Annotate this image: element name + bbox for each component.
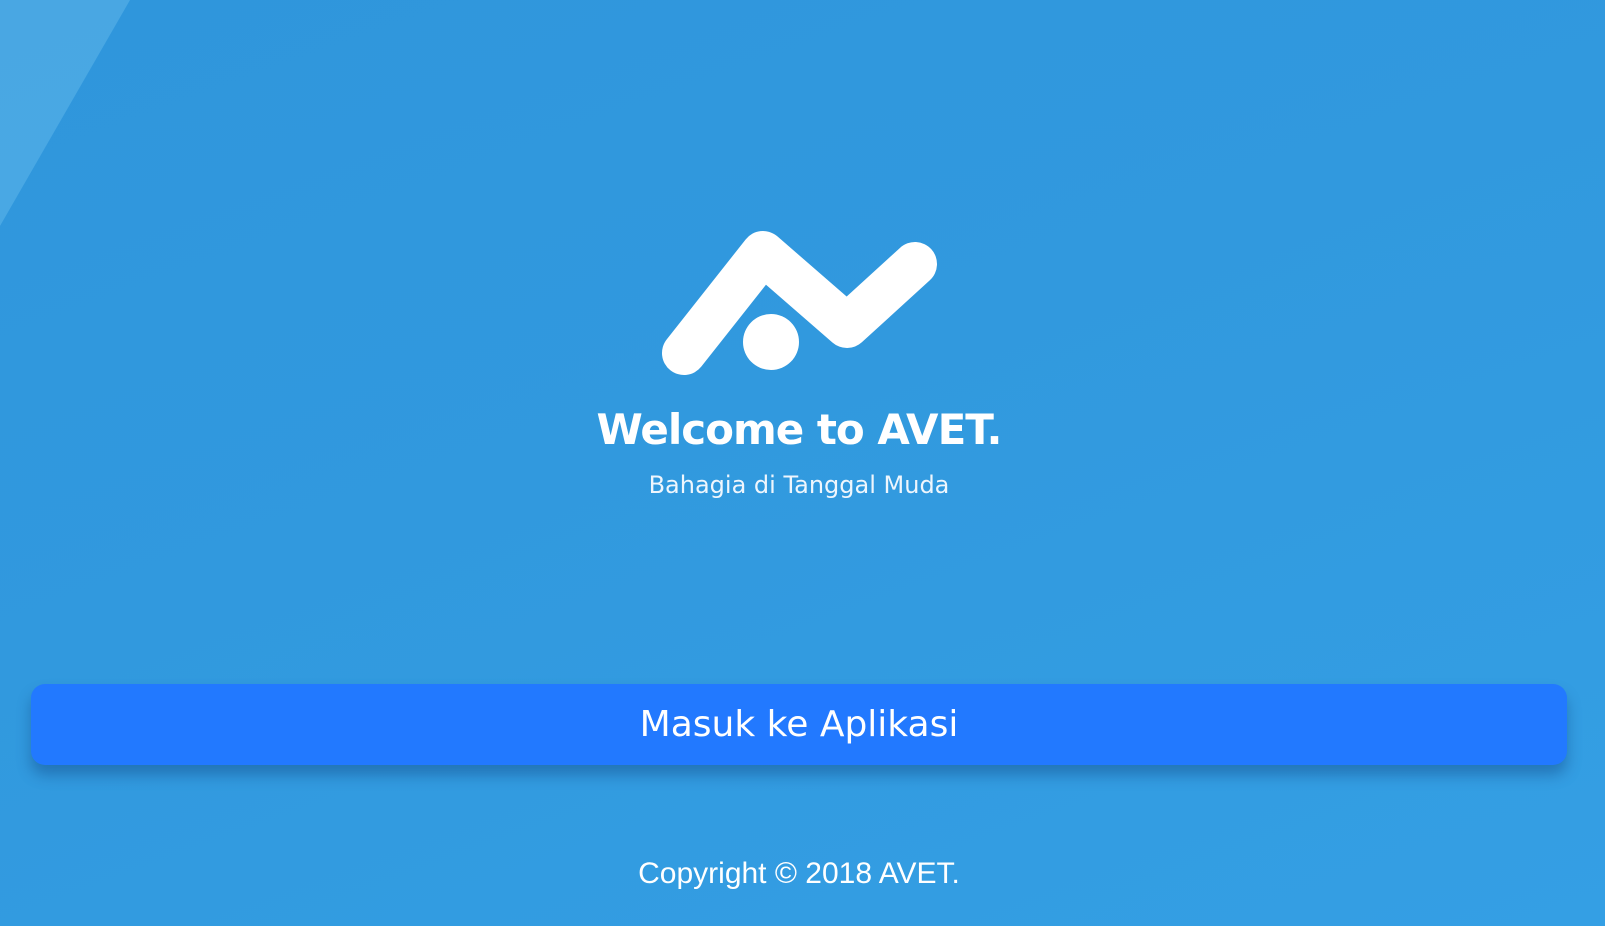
avet-logo-icon bbox=[662, 231, 937, 375]
copyright-text: Copyright © 2018 AVET. bbox=[638, 857, 960, 890]
tagline: Bahagia di Tanggal Muda bbox=[648, 471, 950, 500]
welcome-hero: Welcome to AVET. Bahagia di Tanggal Muda bbox=[0, 225, 1598, 500]
enter-app-button[interactable]: Masuk ke Aplikasi bbox=[31, 684, 1567, 765]
corner-decoration bbox=[0, 0, 130, 226]
welcome-title: Welcome to AVET. bbox=[596, 405, 1003, 454]
